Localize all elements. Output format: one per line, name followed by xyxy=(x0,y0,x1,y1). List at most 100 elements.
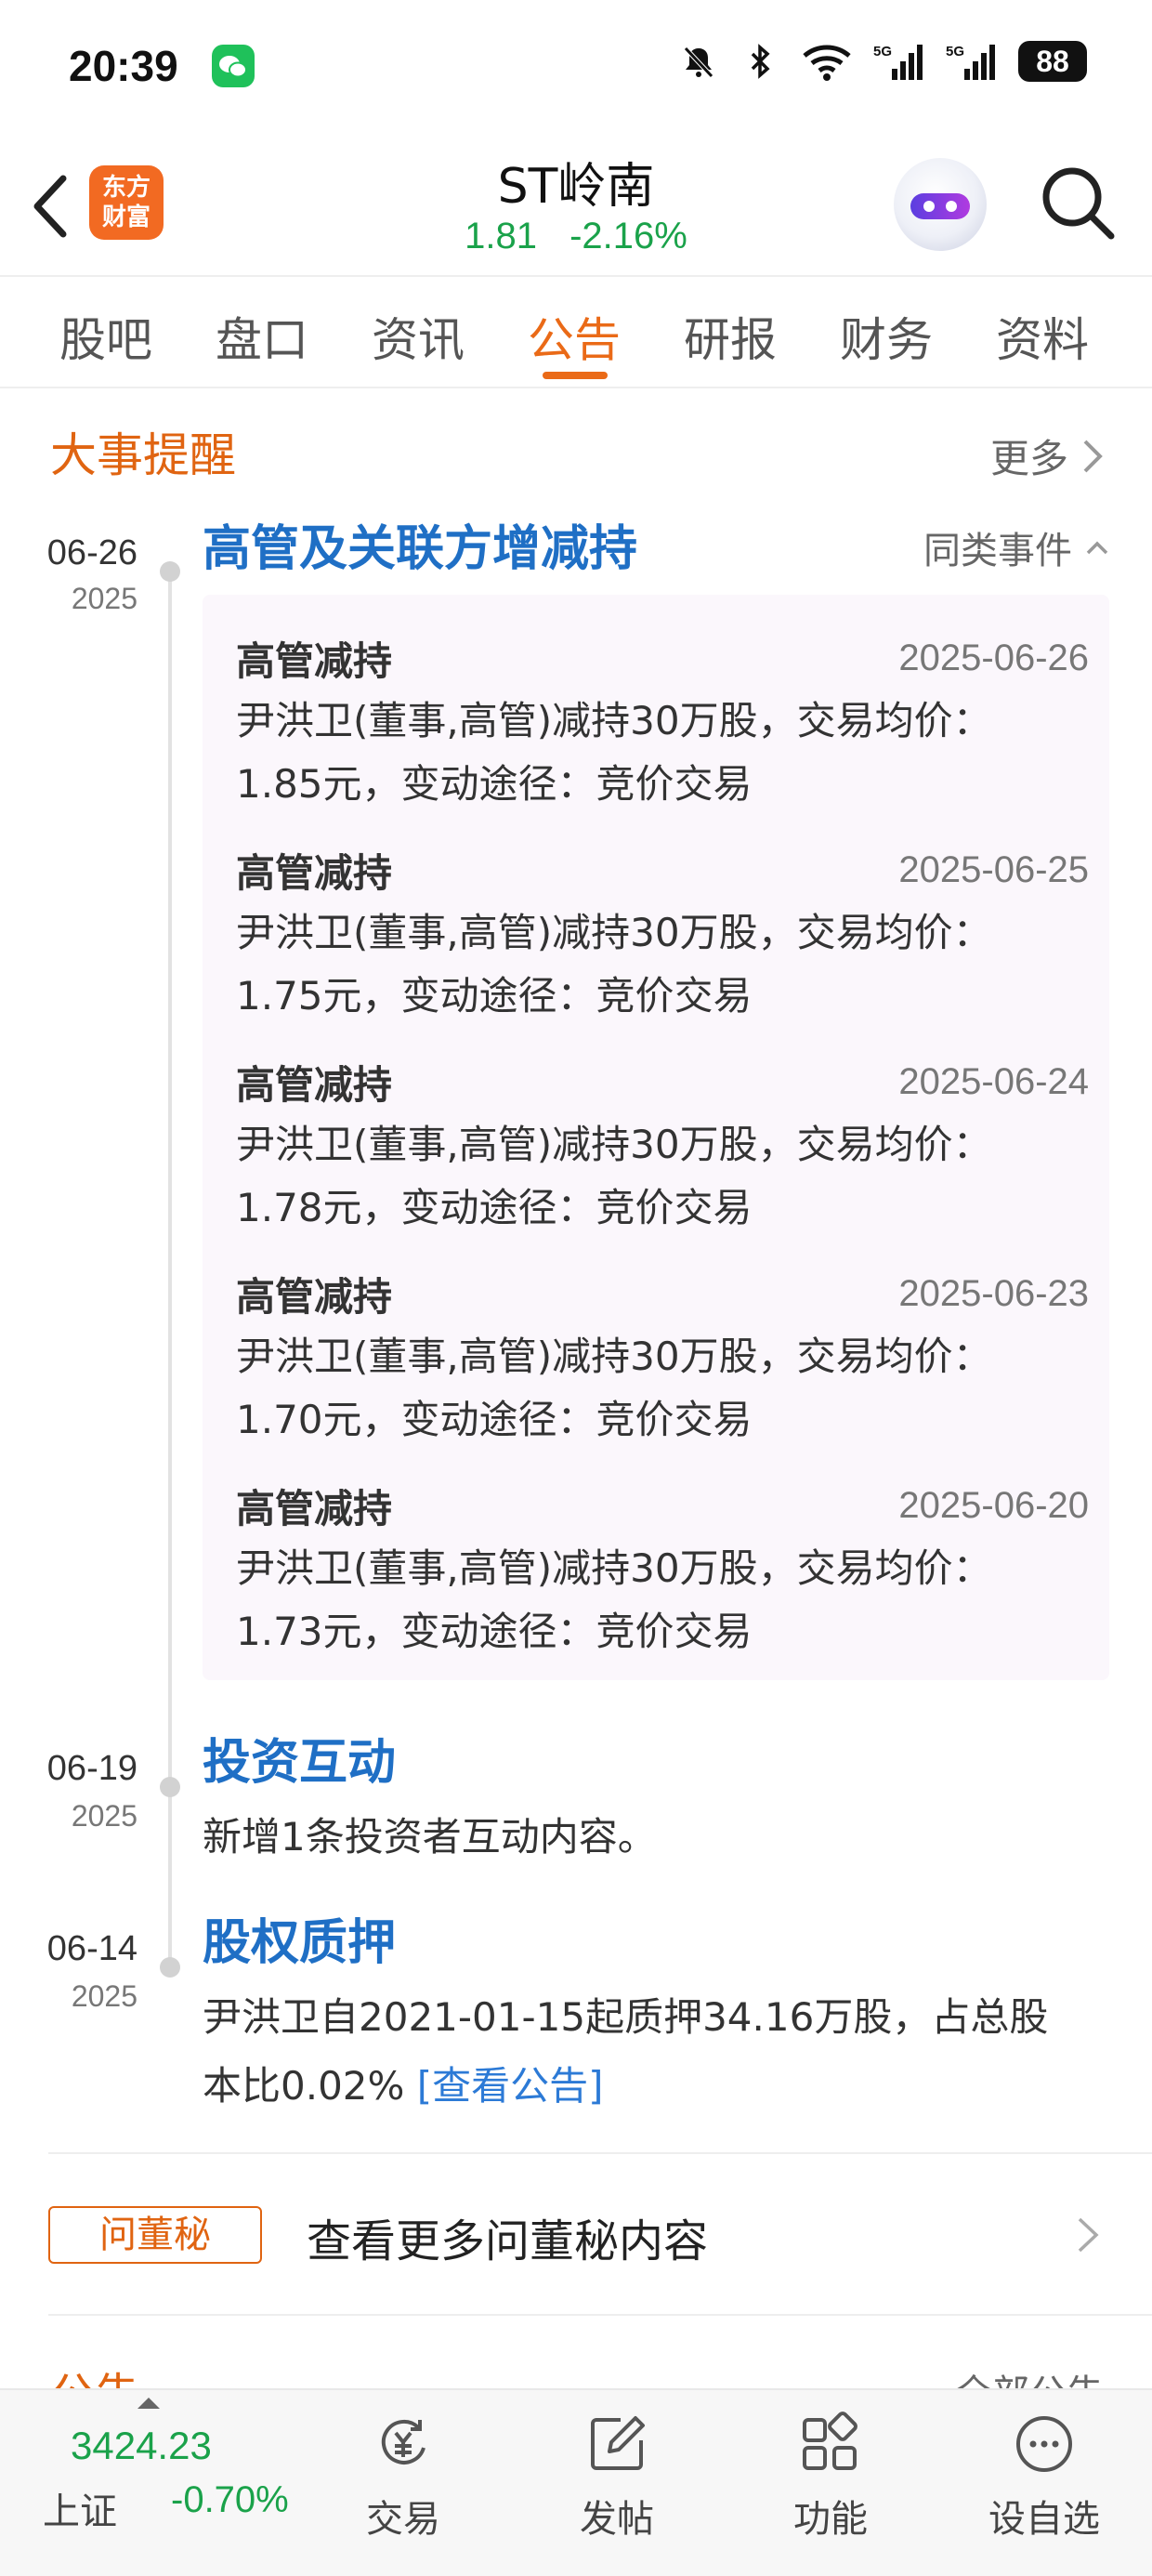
event-text[interactable]: 新增1条投资者互动内容。 xyxy=(203,1803,1113,1872)
item-date: 2025-06-24 xyxy=(898,1060,1089,1102)
item-desc-line: 1.70元，变动途径：竞价交易 xyxy=(236,1397,753,1442)
index-value[interactable]: 3424.23 xyxy=(71,2424,212,2468)
event-text-line: 本比0.02% xyxy=(203,2063,405,2109)
divider xyxy=(48,2314,1152,2316)
index-name[interactable]: 上证 xyxy=(43,2481,117,2535)
item-title: 高管减持 xyxy=(236,1485,393,1531)
caret-up-icon[interactable] xyxy=(137,2398,160,2409)
stock-header: 东方 财富 ST岭南 1.81 -2.16% xyxy=(0,139,1152,275)
event-date: 06-19 xyxy=(46,1749,137,1788)
wechat-icon xyxy=(212,45,255,87)
event-text-line: 尹洪卫自2021-01-15起质押34.16万股，占总股 xyxy=(203,1994,1049,2040)
chevron-right-icon[interactable] xyxy=(1074,2212,1102,2258)
nav-trade[interactable]: 交易 xyxy=(329,2411,478,2543)
battery-icon: 88 xyxy=(1018,41,1087,82)
item-desc-line: 1.75元，变动途径：竞价交易 xyxy=(236,973,753,1019)
event-date: 06-26 xyxy=(46,533,137,572)
nav-post[interactable]: 发帖 xyxy=(543,2411,691,2543)
timeline-line xyxy=(168,569,172,1968)
list-item[interactable]: 高管减持 2025-06-24 尹洪卫(董事,高管)减持30万股，交易均价： 1.… xyxy=(236,1052,1089,1240)
view-announcement-link[interactable]: [查看公告] xyxy=(417,2063,604,2109)
svg-text:5G: 5G xyxy=(946,44,964,59)
item-desc-line: 尹洪卫(董事,高管)减持30万股，交易均价： xyxy=(236,1334,992,1379)
search-icon[interactable] xyxy=(1037,162,1119,243)
chevron-right-icon xyxy=(1083,440,1103,472)
nav-label: 交易 xyxy=(366,2498,440,2541)
item-title: 高管减持 xyxy=(236,849,393,896)
nav-label: 发帖 xyxy=(580,2498,654,2541)
nav-add-watchlist[interactable]: 设自选 xyxy=(970,2411,1119,2543)
item-date: 2025-06-20 xyxy=(898,1484,1089,1526)
section-title: 大事提醒 xyxy=(50,428,236,482)
status-bar: 20:39 5G 5G 88 xyxy=(0,0,1152,139)
more-dots-icon xyxy=(1016,2416,1072,2472)
similar-events-toggle[interactable]: 同类事件 xyxy=(923,520,1109,574)
event-date: 06-14 xyxy=(46,1929,137,1968)
similar-events-label: 同类事件 xyxy=(923,530,1072,572)
nav-label: 功能 xyxy=(793,2498,868,2541)
tab-news[interactable]: 资讯 xyxy=(372,303,465,370)
grid-apps-icon xyxy=(803,2412,857,2470)
event-year: 2025 xyxy=(71,1979,137,2013)
item-desc-line: 1.73元，变动途径：竞价交易 xyxy=(236,1609,753,1654)
5g-signal-icon: 5G xyxy=(946,44,995,80)
item-title: 高管减持 xyxy=(236,637,393,684)
mute-icon xyxy=(684,46,713,78)
nav-functions[interactable]: 功能 xyxy=(756,2411,905,2543)
yuan-exchange-icon xyxy=(381,2420,425,2464)
item-desc-line: 尹洪卫(董事,高管)减持30万股，交易均价： xyxy=(236,910,992,955)
stock-change-pct: -2.16% xyxy=(569,216,687,256)
tab-bar: 股吧 盘口 资讯 公告 研报 财务 资料 xyxy=(0,275,1152,388)
timeline-dot xyxy=(160,1777,180,1797)
chevron-up-icon xyxy=(1086,541,1108,555)
tab-pankou[interactable]: 盘口 xyxy=(216,303,308,370)
bluetooth-icon xyxy=(751,44,770,79)
active-tab-indicator xyxy=(543,372,608,379)
item-date: 2025-06-26 xyxy=(898,637,1089,678)
event-detail-box: 高管减持 2025-06-26 尹洪卫(董事,高管)减持30万股，交易均价： 1.… xyxy=(203,595,1109,1680)
more-label: 更多 xyxy=(989,436,1068,481)
item-desc-line: 尹洪卫(董事,高管)减持30万股，交易均价： xyxy=(236,1122,992,1167)
timeline-dot xyxy=(160,1957,180,1978)
item-desc-line: 尹洪卫(董事,高管)减持30万股，交易均价： xyxy=(236,698,992,743)
edit-icon xyxy=(591,2416,645,2470)
5g-signal-icon: 5G xyxy=(873,44,923,80)
event-text: 尹洪卫自2021-01-15起质押34.16万股，占总股 本比0.02% [查看… xyxy=(203,1983,1113,2121)
item-title: 高管减持 xyxy=(236,1273,393,1320)
status-time: 20:39 xyxy=(69,42,178,90)
stock-price: 1.81 xyxy=(465,216,537,256)
list-item[interactable]: 高管减持 2025-06-26 尹洪卫(董事,高管)减持30万股，交易均价： 1.… xyxy=(236,628,1089,816)
svg-text:5G: 5G xyxy=(873,44,892,59)
event-year: 2025 xyxy=(71,1799,137,1833)
secretary-badge: 问董秘 xyxy=(48,2206,262,2264)
assistant-robot-icon[interactable] xyxy=(894,158,987,251)
announcement-section-title: 公告 xyxy=(50,2368,139,2388)
item-date: 2025-06-25 xyxy=(898,848,1089,890)
divider xyxy=(48,2152,1152,2154)
item-desc-line: 1.85元，变动途径：竞价交易 xyxy=(236,761,753,807)
nav-label: 设自选 xyxy=(988,2498,1100,2541)
secretary-more-link[interactable]: 查看更多问董秘内容 xyxy=(307,2204,708,2269)
index-change[interactable]: -0.70% xyxy=(171,2479,289,2521)
item-desc-line: 尹洪卫(董事,高管)减持30万股，交易均价： xyxy=(236,1545,992,1591)
list-item[interactable]: 高管减持 2025-06-20 尹洪卫(董事,高管)减持30万股，交易均价： 1.… xyxy=(236,1476,1089,1663)
event-title[interactable]: 投资互动 xyxy=(203,1723,396,1793)
event-year: 2025 xyxy=(71,582,137,615)
tab-profile[interactable]: 资料 xyxy=(996,303,1089,370)
tab-research[interactable]: 研报 xyxy=(684,303,777,370)
item-title: 高管减持 xyxy=(236,1061,393,1108)
more-link[interactable]: 更多 xyxy=(990,427,1104,484)
tab-announcements[interactable]: 公告 xyxy=(528,303,621,370)
list-item[interactable]: 高管减持 2025-06-23 尹洪卫(董事,高管)减持30万股，交易均价： 1.… xyxy=(236,1264,1089,1452)
timeline-dot xyxy=(160,561,180,582)
event-title[interactable]: 高管及关联方增减持 xyxy=(203,509,637,579)
tab-finance[interactable]: 财务 xyxy=(840,303,933,370)
item-date: 2025-06-23 xyxy=(898,1272,1089,1314)
list-item[interactable]: 高管减持 2025-06-25 尹洪卫(董事,高管)减持30万股，交易均价： 1.… xyxy=(236,840,1089,1028)
tab-guba[interactable]: 股吧 xyxy=(59,303,152,370)
all-announcements-link[interactable]: 全部公告 xyxy=(955,2372,1104,2388)
event-title[interactable]: 股权质押 xyxy=(203,1903,396,1973)
item-desc-line: 1.78元，变动途径：竞价交易 xyxy=(236,1185,753,1230)
bottom-nav: 3424.23 上证 -0.70% 交易 发帖 功能 设自选 xyxy=(0,2388,1152,2576)
wifi-icon xyxy=(803,45,851,81)
